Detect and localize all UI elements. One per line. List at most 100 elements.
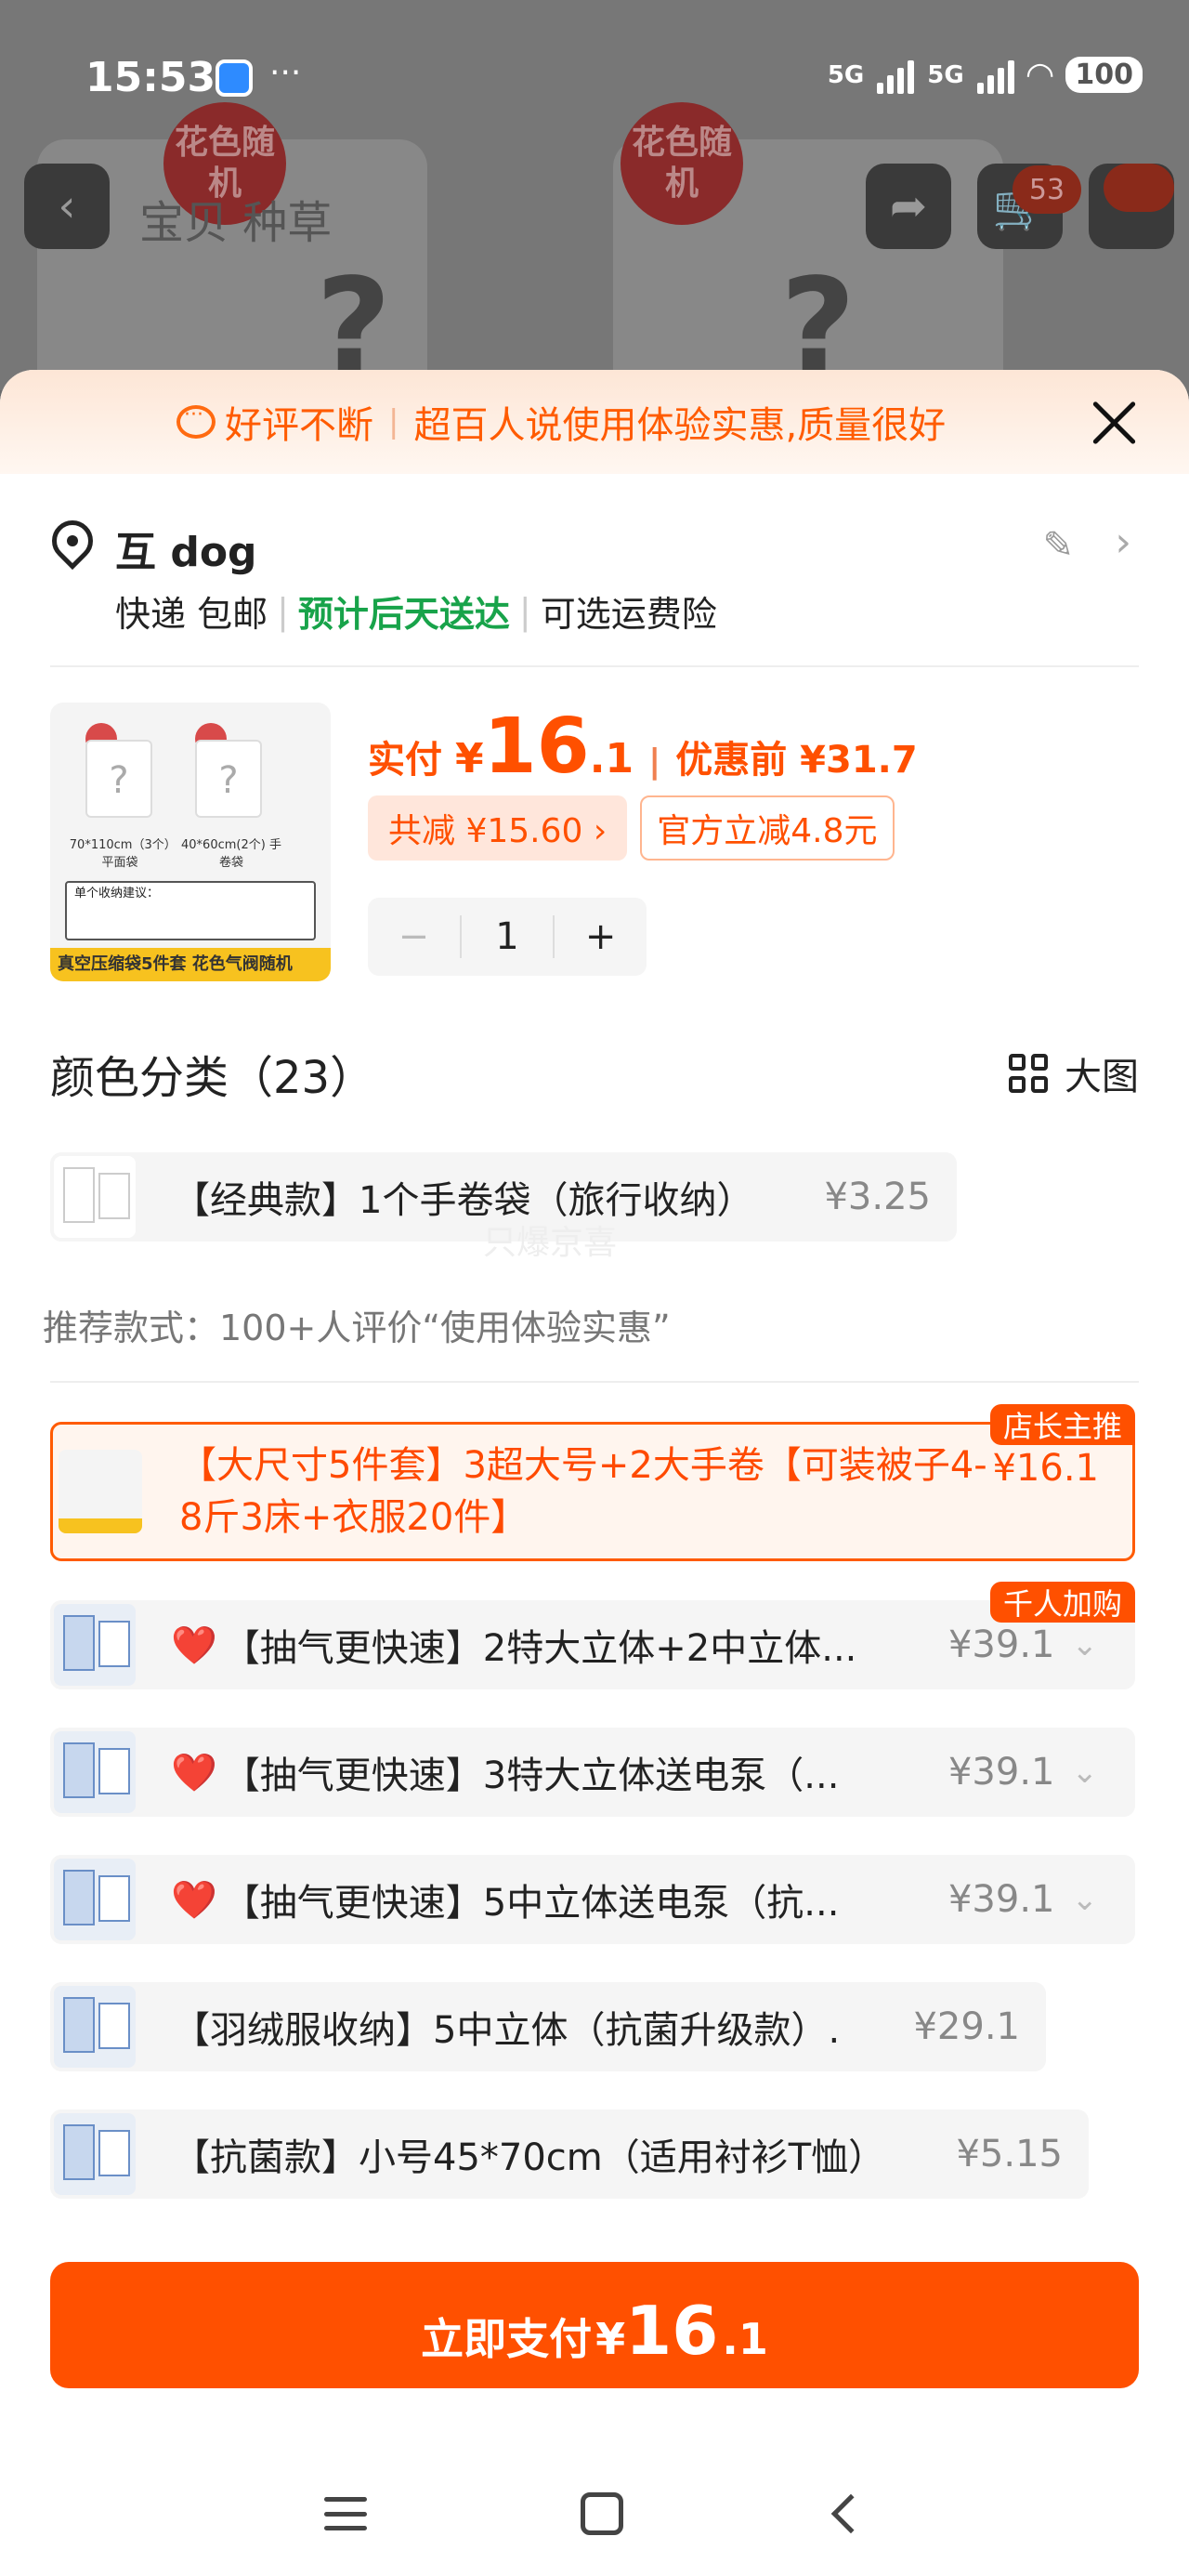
product-thumbnail[interactable]: ? ? 70*110cm（3个）平面袋 40*60cm(2个) 手卷袋 单个收纳… [50, 703, 331, 981]
chevron-right-icon[interactable]: › [1115, 519, 1131, 566]
menu-icon[interactable] [324, 2497, 367, 2530]
close-icon[interactable] [1091, 400, 1137, 446]
variant-option[interactable]: 千人加购 ❤️ 【抽气更快速】2特大立体+2中立体... ¥39.1 ⌄ [50, 1582, 1135, 1689]
separator: | [518, 590, 531, 632]
shipping-insurance: 可选运费险 [540, 594, 717, 635]
divider [50, 1381, 1139, 1383]
grid-icon [1009, 1054, 1048, 1093]
banner-separator: | [388, 403, 399, 440]
variant-price: ¥29.1 [913, 2005, 1020, 2048]
review-banner: 好评不断 | 超百人说使用体验实惠,质量很好 [0, 370, 1189, 474]
thumb-caption: 70*110cm（3个）平面袋 [69, 838, 171, 870]
back-icon: ‹ [58, 180, 76, 232]
big-view-toggle[interactable]: 大图 [1009, 1046, 1139, 1100]
signal-label: 5G [927, 60, 964, 89]
message-badge [1104, 164, 1174, 212]
variant-tag: 店长主推 [989, 1404, 1135, 1445]
address-section[interactable]: 互 dog ✎ › 快递 包邮 | 预计后天送达 | 可选运费险 [43, 511, 1139, 667]
variant-label: 【羽绒服收纳】5中立体（抗菌升级款）. [173, 2009, 841, 2052]
thumb-box-label: 单个收纳建议： [74, 887, 160, 900]
original-price: 优惠前 ¥31.7 [675, 739, 918, 782]
variant-label: 【抽气更快速】3特大立体送电泵（... [222, 1755, 840, 1797]
battery-icon: 100 [1065, 57, 1143, 93]
variant-option[interactable]: ❤️ 【抽气更快速】3特大立体送电泵（... ¥39.1 ⌄ [50, 1728, 1135, 1817]
cart-count-badge: 53 [1013, 165, 1081, 214]
signal-icon [877, 57, 915, 94]
pay-currency: ¥ [595, 2314, 626, 2364]
variant-thumbnail [54, 1156, 136, 1238]
variant-price: ¥39.1 [947, 1751, 1055, 1794]
variant-label: 【经典款】1个手卷袋（旅行收纳） [173, 1179, 754, 1222]
variant-price: ¥16.1 [992, 1447, 1099, 1490]
app-notification-icon [216, 59, 253, 97]
variant-label: 【抽气更快速】5中立体送电泵（抗... [222, 1882, 840, 1925]
watermark: 只爆京喜 [483, 1224, 618, 1262]
variant-price: ¥3.25 [824, 1176, 931, 1218]
discount-total-chip[interactable]: 共减 ¥15.60 › [368, 795, 628, 861]
official-discount-chip: 官方立减4.8元 [640, 795, 895, 861]
variant-thumbnail [59, 1450, 142, 1533]
delivery-method: 快递 包邮 [115, 594, 268, 635]
chevron-down-icon[interactable]: ⌄ [1072, 1881, 1099, 1918]
edit-icon[interactable]: ✎ [1042, 524, 1074, 567]
increase-button[interactable]: + [555, 915, 647, 958]
variants-title: 颜色分类（23） [50, 1052, 375, 1104]
separator: | [648, 743, 661, 781]
product-summary: ? ? 70*110cm（3个）平面袋 40*60cm(2个) 手卷袋 单个收纳… [50, 703, 1139, 981]
price-decimal: .1 [589, 735, 634, 782]
thumb-caption: 40*60cm(2个) 手卷袋 [181, 838, 281, 870]
variant-thumbnail [54, 1731, 136, 1813]
variant-label: 【抽气更快速】2特大立体+2中立体... [222, 1627, 857, 1670]
back-button[interactable]: ‹ [24, 164, 110, 249]
pay-now-button[interactable]: 立即支付 ¥ 16 .1 [50, 2262, 1139, 2388]
quantity-value[interactable]: 1 [459, 915, 555, 958]
thumb-suggestion-box: 单个收纳建议： [65, 881, 316, 940]
decrease-button[interactable]: − [368, 915, 460, 958]
price-integer: 16 [483, 703, 590, 791]
purchase-sheet: 好评不断 | 超百人说使用体验实惠,质量很好 互 dog ✎ › 快递 包邮 |… [0, 370, 1189, 2576]
chevron-down-icon[interactable]: ⌄ [1072, 1626, 1099, 1663]
currency-symbol: ¥ [455, 735, 484, 782]
variant-option[interactable]: 【抗菌款】小号45*70cm（适用衬衫T恤） ¥5.15 [50, 2109, 1089, 2199]
heart-icon: ❤️ [171, 1623, 217, 1667]
pay-amount-decimal: .1 [722, 2314, 768, 2364]
signal-icon [976, 57, 1014, 94]
variant-thumbnail [54, 1859, 136, 1940]
status-time: 15:53 [85, 54, 216, 101]
thumb-bag-image: ? [85, 740, 152, 818]
big-view-label: 大图 [1065, 1056, 1139, 1098]
share-icon: ➦ [889, 180, 928, 232]
variant-tag: 千人加购 [989, 1582, 1135, 1623]
paid-label: 实付 [368, 739, 442, 782]
variant-price: ¥5.15 [956, 2133, 1063, 2175]
price-row: 实付 ¥ 16 .1 | 优惠前 ¥31.7 [368, 703, 918, 791]
chevron-down-icon[interactable]: ⌄ [1072, 1754, 1099, 1791]
variant-option[interactable]: ❤️ 【抽气更快速】5中立体送电泵（抗... ¥39.1 ⌄ [50, 1855, 1135, 1944]
heart-icon: ❤️ [171, 1751, 217, 1794]
separator: | [277, 590, 289, 632]
variant-price: ¥39.1 [947, 1878, 1055, 1921]
variant-option-selected[interactable]: 店长主推 【大尺寸5件套】3超大号+2大手卷【可装被子4-8斤3床+衣服20件】… [50, 1404, 1135, 1561]
back-nav-icon[interactable] [830, 2493, 871, 2534]
wifi-icon: ◠ [1026, 56, 1053, 94]
chat-icon [176, 403, 216, 439]
address-name: 互 dog [115, 529, 257, 576]
thumb-footer: 真空压缩袋5件套 花色气阀随机 [50, 948, 331, 981]
status-more: ··· [269, 54, 302, 92]
recommend-text: 推荐款式：100+人评价“使用体验实惠” [43, 1308, 671, 1348]
variant-label: 【大尺寸5件套】3超大号+2大手卷【可装被子4-8斤3床+衣服20件】 [179, 1444, 987, 1539]
quantity-stepper: − 1 + [368, 898, 647, 976]
pay-amount-integer: 16 [625, 2292, 719, 2370]
status-bar: 15:53 ··· 5G 5G ◠ 100 [0, 0, 1189, 158]
variant-thumbnail [54, 1604, 136, 1686]
pay-label: 立即支付 [421, 2314, 593, 2364]
variant-option[interactable]: 【羽绒服收纳】5中立体（抗菌升级款）. ¥29.1 [50, 1982, 1046, 2071]
delivery-eta: 预计后天送达 [297, 594, 510, 635]
share-button[interactable]: ➦ [866, 164, 951, 249]
home-icon[interactable] [581, 2492, 623, 2535]
variant-thumbnail [54, 1986, 136, 2068]
location-icon [43, 511, 102, 571]
background-tab-label: 宝贝 种草 [139, 197, 333, 249]
variant-price: ¥39.1 [947, 1623, 1055, 1666]
signal-label: 5G [827, 60, 865, 89]
